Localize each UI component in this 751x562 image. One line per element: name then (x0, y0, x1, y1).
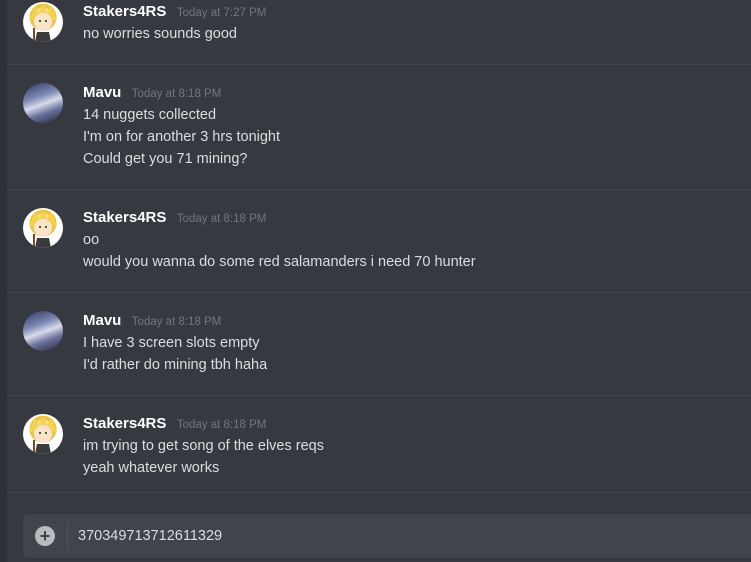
avatar[interactable] (23, 414, 63, 454)
message-text: yeah whatever works (83, 460, 220, 476)
username[interactable]: Stakers4RS (83, 415, 166, 432)
message-composer: + 370349713712611329 (23, 514, 751, 558)
timestamp: Today at 8:18 PM (131, 316, 222, 328)
timestamp: Today at 8:18 PM (131, 88, 222, 100)
username[interactable]: Mavu (83, 312, 121, 329)
message-text: would you wanna do some red salamanders … (83, 254, 476, 270)
server-sidebar-edge (0, 0, 7, 562)
plus-circle-icon[interactable]: + (35, 526, 55, 546)
message-divider (7, 292, 751, 293)
message-text: oo (83, 232, 100, 248)
message-text: 14 nuggets collected (83, 107, 217, 123)
timestamp: Today at 7:27 PM (176, 7, 267, 19)
message-text: I'm on for another 3 hrs tonight (83, 129, 281, 145)
message-divider (7, 64, 751, 65)
message-input[interactable]: 370349713712611329 (78, 514, 222, 558)
timestamp: Today at 8:18 PM (176, 213, 267, 225)
message-divider (7, 492, 751, 493)
username[interactable]: Stakers4RS (83, 3, 166, 20)
message-text: im trying to get song of the elves reqs (83, 438, 324, 454)
avatar[interactable] (23, 83, 63, 123)
avatar[interactable] (23, 311, 63, 351)
message-text: I'd rather do mining tbh haha (83, 357, 268, 373)
timestamp: Today at 8:18 PM (176, 419, 267, 431)
message-divider (7, 189, 751, 190)
avatar[interactable] (23, 208, 63, 248)
message-list: Stakers4RS Today at 7:27 PM no worries s… (7, 0, 751, 500)
message-text: I have 3 screen slots empty (83, 335, 260, 351)
avatar[interactable] (23, 2, 63, 42)
message-divider (7, 395, 751, 396)
username[interactable]: Stakers4RS (83, 209, 166, 226)
username[interactable]: Mavu (83, 84, 121, 101)
message-text: Could get you 71 mining? (83, 151, 248, 167)
message-text: no worries sounds good (83, 26, 237, 42)
composer-separator (67, 522, 68, 550)
